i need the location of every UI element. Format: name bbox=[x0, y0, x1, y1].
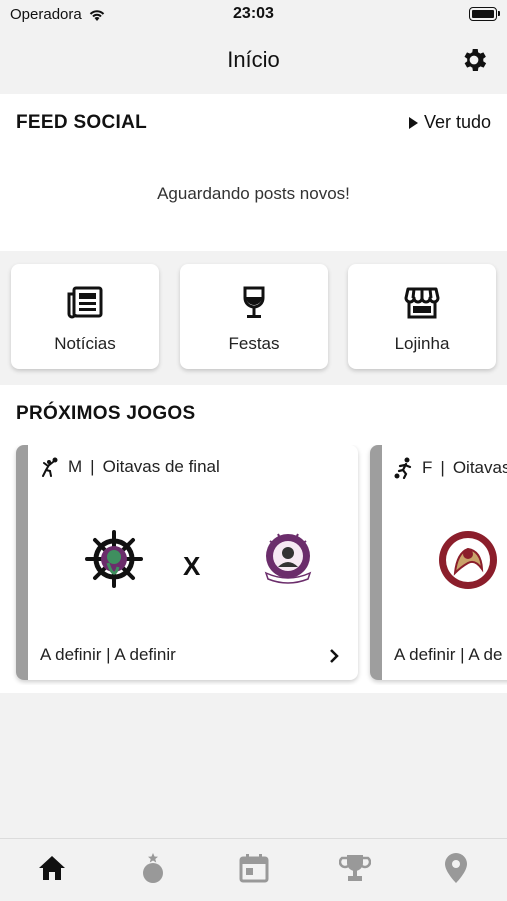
game-card[interactable]: F | Oitavas A definir | A de bbox=[370, 445, 507, 680]
newspaper-icon bbox=[67, 286, 103, 319]
game-date: A definir bbox=[394, 645, 456, 664]
feed-empty-message: Aguardando posts novos! bbox=[157, 184, 350, 203]
chevron-right-icon[interactable] bbox=[328, 648, 340, 664]
medal-icon bbox=[143, 853, 163, 883]
game-date: A definir bbox=[40, 645, 102, 664]
parties-button[interactable]: Festas bbox=[180, 264, 328, 369]
match-teams bbox=[382, 507, 507, 617]
feed-section: FEED SOCIAL Ver tudo Aguardando posts no… bbox=[0, 94, 507, 251]
see-all-link[interactable]: Ver tudo bbox=[408, 112, 491, 133]
tab-trophy[interactable] bbox=[338, 851, 372, 885]
games-section: PRÓXIMOS JOGOS M | Oitavas de final X A … bbox=[0, 385, 507, 693]
tab-medal[interactable] bbox=[136, 851, 170, 885]
play-icon bbox=[408, 116, 418, 129]
game-header: M | Oitavas de final bbox=[40, 457, 220, 477]
calendar-icon bbox=[239, 854, 269, 883]
news-label: Notícias bbox=[54, 334, 116, 353]
store-button[interactable]: Lojinha bbox=[348, 264, 496, 369]
soccer-player-icon bbox=[394, 457, 412, 479]
battery-icon bbox=[469, 7, 500, 21]
news-button[interactable]: Notícias bbox=[11, 264, 159, 369]
card-stripe bbox=[370, 445, 382, 680]
game-stage: Oitavas bbox=[452, 458, 507, 477]
tab-location[interactable] bbox=[439, 851, 473, 885]
match-teams: X bbox=[28, 507, 358, 617]
versus-label: X bbox=[183, 551, 201, 581]
page-title: Início bbox=[227, 47, 280, 72]
card-stripe bbox=[16, 445, 28, 680]
trophy-icon bbox=[339, 855, 371, 881]
location-pin-icon bbox=[445, 853, 467, 883]
nav-bar: Início bbox=[0, 30, 507, 92]
separator: | bbox=[440, 458, 445, 477]
away-team-logo bbox=[264, 533, 312, 584]
status-bar: Operadora 23:03 bbox=[0, 0, 507, 30]
shortcut-row: Notícias Festas Lojinha bbox=[0, 252, 507, 384]
games-title: PRÓXIMOS JOGOS bbox=[16, 403, 196, 424]
store-label: Lojinha bbox=[394, 334, 450, 353]
game-gender: M bbox=[68, 457, 83, 476]
tab-bar bbox=[0, 838, 507, 901]
game-header: F | Oitavas bbox=[394, 457, 507, 479]
game-card[interactable]: M | Oitavas de final X A definir | A def… bbox=[16, 445, 358, 680]
parties-label: Festas bbox=[228, 334, 280, 353]
home-icon bbox=[39, 856, 65, 880]
home-team-logo bbox=[85, 530, 143, 588]
game-time: A definir bbox=[114, 645, 176, 664]
tab-calendar[interactable] bbox=[237, 851, 271, 885]
home-team-logo bbox=[439, 531, 497, 589]
feed-title: FEED SOCIAL bbox=[16, 112, 148, 133]
game-schedule: A definir | A definir bbox=[40, 645, 176, 664]
tab-home[interactable] bbox=[35, 851, 69, 885]
storefront-icon bbox=[404, 287, 440, 319]
status-time: 23:03 bbox=[233, 5, 274, 22]
separator: | bbox=[90, 457, 95, 476]
games-carousel[interactable]: M | Oitavas de final X A definir | A def… bbox=[0, 445, 507, 685]
see-all-label: Ver tudo bbox=[423, 112, 491, 132]
game-schedule: A definir | A de bbox=[394, 645, 503, 664]
game-gender: F bbox=[422, 458, 433, 477]
game-time: A de bbox=[468, 645, 503, 664]
gear-icon[interactable] bbox=[459, 45, 489, 75]
game-stage: Oitavas de final bbox=[102, 457, 220, 476]
volleyball-player-icon bbox=[42, 457, 58, 477]
wine-glass-icon bbox=[243, 286, 265, 318]
